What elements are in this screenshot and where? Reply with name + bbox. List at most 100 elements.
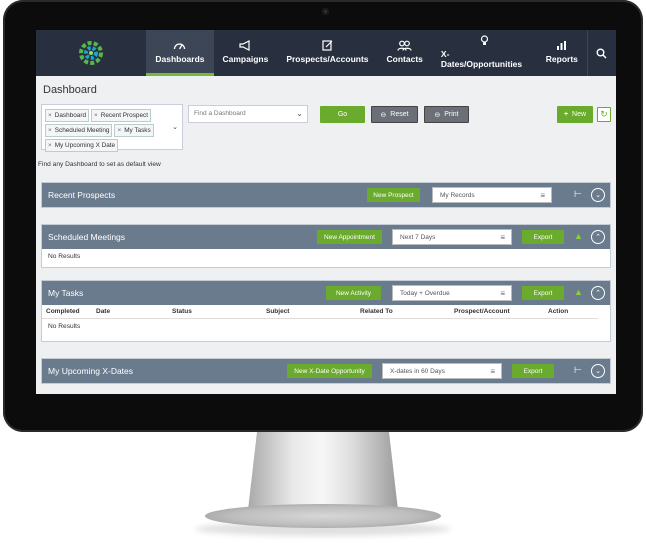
column-header[interactable]: Action xyxy=(544,308,594,315)
nav-label: Dashboards xyxy=(155,53,205,64)
remove-icon[interactable]: × xyxy=(94,112,98,119)
panel-my-tasks: My Tasks New Activity Today + Overdue ≡ E… xyxy=(41,280,611,342)
new-label: New xyxy=(572,111,587,118)
nav-dashboards[interactable]: Dashboards xyxy=(146,30,214,76)
search-icon xyxy=(596,48,607,59)
nav-prospects-accounts[interactable]: Prospects/Accounts xyxy=(277,30,377,76)
panel-title: Scheduled Meetings xyxy=(48,232,126,242)
empty-message: No Results xyxy=(48,323,81,330)
remove-icon[interactable]: × xyxy=(48,127,52,134)
nav-xdates-opportunities[interactable]: X-Dates/Opportunities xyxy=(432,30,537,76)
new-dashboard-button[interactable]: + New xyxy=(557,106,593,123)
filter-icon: ≡ xyxy=(500,289,505,298)
tag-label: Dashboard xyxy=(54,112,86,119)
filter-icon: ≡ xyxy=(500,233,505,242)
filter-icon: ≡ xyxy=(540,191,545,200)
contacts-icon xyxy=(397,40,412,51)
lightbulb-icon xyxy=(480,34,488,45)
gauge-icon xyxy=(174,42,186,49)
remove-icon[interactable]: × xyxy=(117,127,121,134)
find-dashboard-input[interactable]: Find a Dashboard ⌄ xyxy=(188,105,308,123)
nav-label: Campaigns xyxy=(222,53,269,64)
print-icon: ⊖ xyxy=(434,111,441,119)
nav-search-button[interactable] xyxy=(586,30,616,76)
export-button[interactable]: Export xyxy=(522,230,564,244)
chevron-down-icon[interactable]: ⌄ xyxy=(296,109,303,118)
pin-icon[interactable]: ⊢ xyxy=(574,365,582,376)
tasks-filter-select[interactable]: Today + Overdue ≡ xyxy=(392,285,512,301)
tag-my-tasks[interactable]: × My Tasks xyxy=(114,124,154,137)
column-header[interactable]: Related To xyxy=(356,308,450,315)
nav-label: Reports xyxy=(545,53,578,64)
filter-icon: ≡ xyxy=(490,367,495,376)
reset-label: Reset xyxy=(390,111,409,118)
new-appointment-button[interactable]: New Appointment xyxy=(317,230,382,244)
dashboard-tag-select[interactable]: × Dashboard × Recent Prospect × Scheduled Me… xyxy=(41,104,183,152)
remove-icon[interactable]: × xyxy=(48,142,52,149)
meetings-filter-select[interactable]: Next 7 Days ≡ xyxy=(392,229,512,245)
panel-title: My Tasks xyxy=(48,288,84,298)
top-nav: Dashboards Campaigns Prospects/Accounts … xyxy=(36,30,616,76)
monitor-bezel: Dashboards Campaigns Prospects/Accounts … xyxy=(3,0,643,432)
monitor-stand-base xyxy=(205,504,441,528)
empty-message: No Results xyxy=(48,253,81,260)
tag-my-upcoming-x-date[interactable]: × My Upcoming X Date xyxy=(45,139,119,152)
prospects-filter-select[interactable]: My Records ≡ xyxy=(432,187,552,203)
nav-campaigns[interactable]: Campaigns xyxy=(214,30,278,76)
tag-recent-prospect[interactable]: × Recent Prospect xyxy=(91,109,151,122)
refresh-icon[interactable]: ↻ xyxy=(597,107,611,122)
nav-reports[interactable]: Reports xyxy=(537,30,587,76)
panel-title: Recent Prospects xyxy=(48,190,116,200)
screen: Dashboards Campaigns Prospects/Accounts … xyxy=(36,30,616,394)
chevron-up-icon[interactable]: ⌃ xyxy=(591,230,605,244)
chevron-up-icon[interactable]: ⌃ xyxy=(591,286,605,300)
tag-label: Recent Prospect xyxy=(100,112,148,119)
main-content: Dashboard × Dashboard × Recent Prospect × Sc… xyxy=(36,76,616,394)
print-button[interactable]: ⊖ Print xyxy=(424,106,469,123)
monitor-stand-neck xyxy=(248,432,398,510)
nav-label: Prospects/Accounts xyxy=(286,53,369,64)
remove-icon[interactable]: × xyxy=(48,112,52,119)
tag-label: My Upcoming X Date xyxy=(54,142,116,149)
nav-label: X-Dates/Opportunities xyxy=(440,48,523,69)
panel-header: My Upcoming X-Dates New X-Date Opportuni… xyxy=(42,359,610,383)
logo[interactable] xyxy=(36,30,146,76)
webcam xyxy=(322,8,329,15)
edit-icon xyxy=(322,39,333,51)
chevron-down-icon[interactable]: ⌄ xyxy=(591,188,605,202)
new-x-date-opportunity-button[interactable]: New X-Date Opportunity xyxy=(287,364,372,378)
nav-label: Contacts xyxy=(386,53,423,64)
panel-header: Recent Prospects New Prospect My Records… xyxy=(42,183,610,207)
select-value: X-dates in 60 Days xyxy=(390,368,445,375)
new-activity-button[interactable]: New Activity xyxy=(326,286,381,300)
panel-header: Scheduled Meetings New Appointment Next … xyxy=(42,225,610,249)
tag-scheduled-meeting[interactable]: × Scheduled Meeting xyxy=(45,124,113,137)
pin-icon[interactable]: ▲ xyxy=(574,287,583,297)
export-button[interactable]: Export xyxy=(512,364,554,378)
panel-recent-prospects: Recent Prospects New Prospect My Records… xyxy=(41,182,611,208)
default-view-hint: Find any Dashboard to set as default vie… xyxy=(38,161,161,168)
plus-icon: + xyxy=(563,111,569,118)
xdates-filter-select[interactable]: X-dates in 60 Days ≡ xyxy=(382,363,502,379)
tag-dashboard[interactable]: × Dashboard xyxy=(45,109,89,122)
column-header[interactable]: Status xyxy=(168,308,262,315)
reset-button[interactable]: ⊖ Reset xyxy=(371,106,418,123)
export-button[interactable]: Export xyxy=(522,286,564,300)
column-header[interactable]: Completed xyxy=(42,308,92,315)
chevron-down-icon[interactable]: ⌄ xyxy=(591,364,605,378)
column-header[interactable]: Subject xyxy=(262,308,356,315)
megaphone-icon xyxy=(239,39,250,51)
new-prospect-button[interactable]: New Prospect xyxy=(367,188,420,202)
bar-chart-icon xyxy=(556,40,566,50)
chevron-down-icon[interactable]: ⌄ xyxy=(172,123,178,131)
column-header[interactable]: Prospect/Account xyxy=(450,308,544,315)
tag-label: Scheduled Meeting xyxy=(54,127,110,134)
panel-my-upcoming-x-dates: My Upcoming X-Dates New X-Date Opportuni… xyxy=(41,358,611,384)
go-button[interactable]: Go xyxy=(320,106,365,123)
tasks-table-header: Completed Date Status Subject Related To… xyxy=(42,305,598,319)
nav-contacts[interactable]: Contacts xyxy=(378,30,432,76)
pin-icon[interactable]: ⊢ xyxy=(574,189,582,200)
pin-icon[interactable]: ▲ xyxy=(574,231,583,241)
page-title: Dashboard xyxy=(43,84,97,96)
column-header[interactable]: Date xyxy=(92,308,168,315)
